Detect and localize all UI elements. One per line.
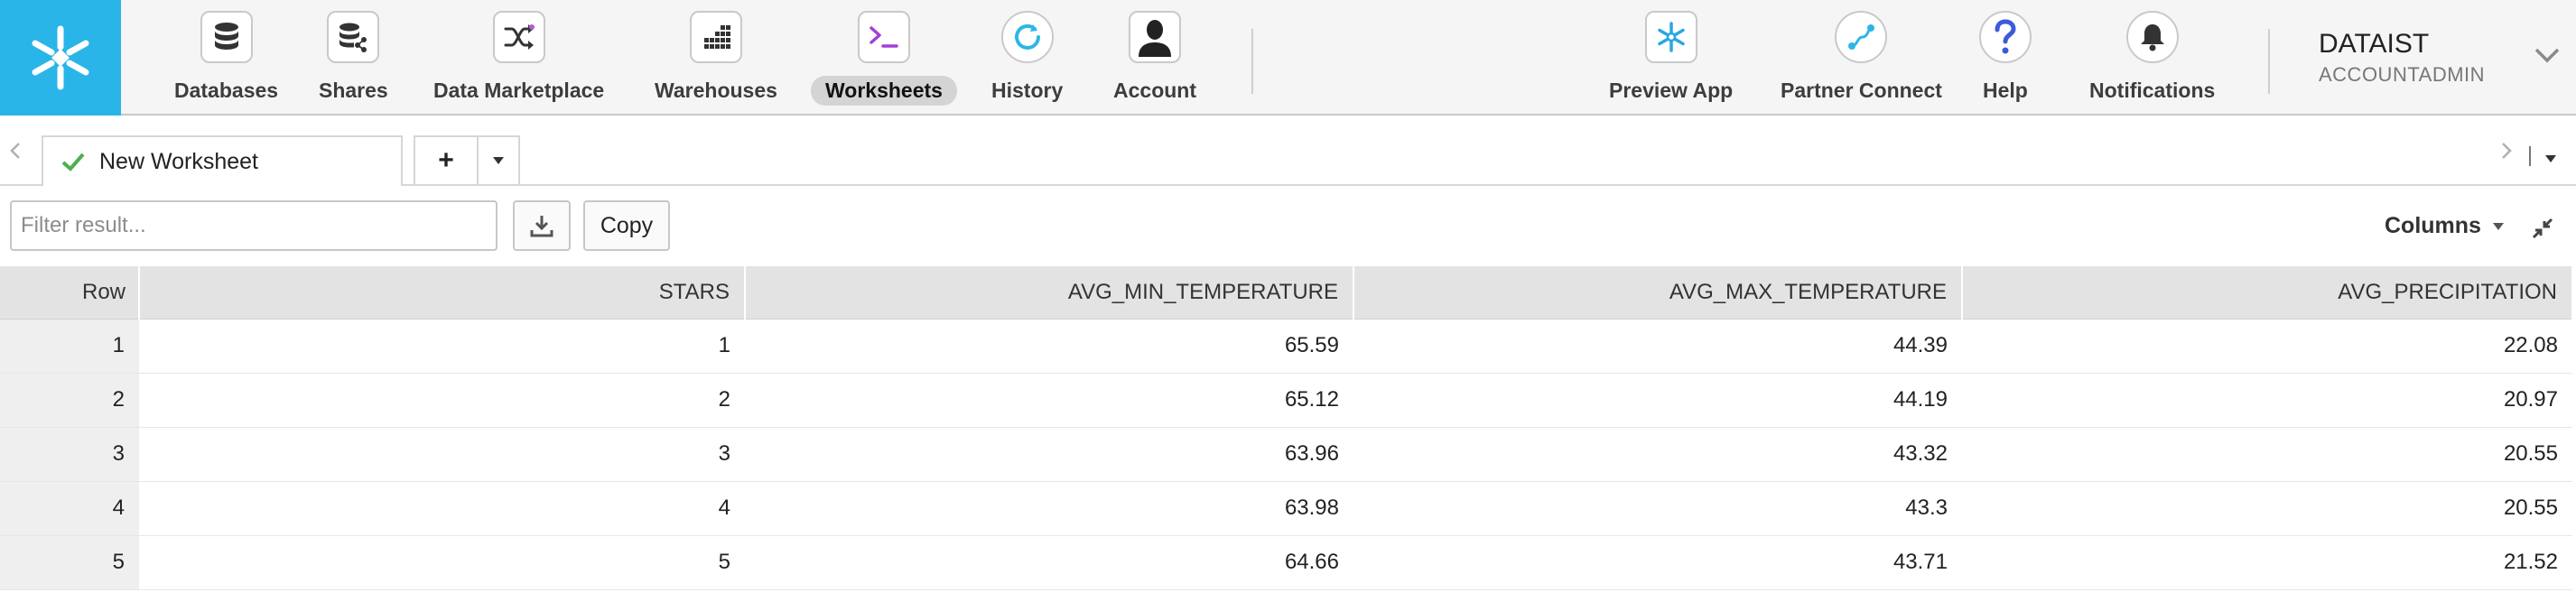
filter-result-input[interactable]	[10, 200, 498, 251]
table-cell: 20.55	[1962, 481, 2572, 536]
nav-warehouses[interactable]: Warehouses	[640, 11, 792, 108]
account-icon	[1129, 11, 1181, 63]
table-row[interactable]: 3 3 63.96 43.32 20.55	[0, 427, 2572, 482]
bell-icon	[2125, 11, 2179, 63]
nav-preview-app[interactable]: Preview App	[1595, 11, 1747, 108]
row-number-cell: 5	[0, 535, 139, 590]
nav-label: Worksheets	[811, 76, 957, 106]
top-navigation-bar: Databases Shares Data Marketplace Wareho…	[0, 0, 2576, 116]
table-cell: 63.98	[745, 481, 1353, 536]
nav-label: Preview App	[1609, 79, 1734, 102]
table-cell: 2	[139, 373, 745, 428]
caret-down-icon	[2492, 222, 2504, 230]
nav-divider	[2268, 29, 2270, 94]
tab-list-dropdown[interactable]	[477, 135, 520, 184]
partner-connect-icon	[1835, 11, 1888, 63]
nav-history[interactable]: History	[977, 11, 1077, 108]
snowflake-logo-icon	[32, 25, 89, 90]
columns-menu-button[interactable]: Columns	[2385, 213, 2505, 239]
snowflake-icon	[1644, 11, 1697, 63]
terminal-icon	[857, 11, 910, 63]
table-cell: 43.71	[1353, 535, 1962, 590]
nav-label: Notifications	[2089, 79, 2216, 102]
download-icon	[530, 216, 553, 237]
column-header-stars[interactable]: STARS	[139, 266, 746, 320]
table-row[interactable]: 2 2 65.12 44.19 20.97	[0, 373, 2572, 428]
table-cell: 43.3	[1353, 481, 1962, 536]
table-cell: 64.66	[745, 535, 1353, 590]
download-button[interactable]	[513, 200, 571, 251]
table-cell: 43.32	[1353, 427, 1962, 482]
chevron-down-icon[interactable]	[2534, 47, 2561, 68]
columns-label: Columns	[2385, 213, 2481, 238]
table-cell: 21.52	[1962, 535, 2572, 590]
table-cell: 4	[139, 481, 745, 536]
account-name[interactable]: DATAIST	[2319, 29, 2429, 60]
table-cell: 20.97	[1962, 373, 2572, 428]
nav-label: History	[991, 79, 1064, 102]
chevron-right-icon[interactable]	[2500, 141, 2513, 166]
nav-databases[interactable]: Databases	[160, 11, 293, 108]
nav-label: Data Marketplace	[433, 79, 605, 102]
collapse-icon[interactable]	[2531, 217, 2554, 245]
nav-account[interactable]: Account	[1099, 11, 1211, 108]
nav-label: Shares	[319, 79, 388, 102]
nav-label: Account	[1113, 79, 1196, 102]
nav-label: Databases	[174, 79, 279, 102]
tab-divider	[2529, 146, 2531, 166]
copy-button[interactable]: Copy	[583, 200, 670, 251]
table-row[interactable]: 4 4 63.98 43.3 20.55	[0, 481, 2572, 536]
nav-help[interactable]: Help	[1968, 11, 2042, 108]
table-cell: 3	[139, 427, 745, 482]
table-row[interactable]: 5 5 64.66 43.71 21.52	[0, 535, 2572, 590]
nav-worksheets[interactable]: Worksheets	[811, 11, 957, 108]
table-header-row: Row STARS AVG_MIN_TEMPERATURE AVG_MAX_TE…	[0, 266, 2573, 320]
table-cell: 20.55	[1962, 427, 2572, 482]
row-number-cell: 3	[0, 427, 139, 482]
tab-label: New Worksheet	[99, 148, 258, 174]
nav-label: Partner Connect	[1781, 79, 1942, 102]
nav-shares[interactable]: Shares	[304, 11, 403, 108]
checkmark-icon	[61, 153, 85, 171]
nav-partner-connect[interactable]: Partner Connect	[1766, 11, 1957, 108]
column-header-avg-precipitation[interactable]: AVG_PRECIPITATION	[1962, 266, 2573, 320]
nav-notifications[interactable]: Notifications	[2075, 11, 2229, 108]
table-cell: 22.08	[1962, 319, 2572, 374]
marketplace-icon	[492, 11, 545, 63]
nav-label: Help	[1983, 79, 2028, 102]
worksheet-tab-strip: New Worksheet +	[0, 116, 2576, 186]
tab-new-worksheet[interactable]: New Worksheet	[42, 135, 403, 186]
warehouse-icon	[689, 11, 742, 63]
nav-label: Warehouses	[655, 79, 777, 102]
table-cell: 1	[139, 319, 745, 374]
snowflake-logo[interactable]	[0, 0, 121, 116]
table-row[interactable]: 1 1 65.59 44.39 22.08	[0, 319, 2572, 374]
table-cell: 44.19	[1353, 373, 1962, 428]
database-icon	[200, 11, 253, 63]
table-cell: 65.59	[745, 319, 1353, 374]
row-number-cell: 4	[0, 481, 139, 536]
history-icon	[1000, 11, 1054, 63]
column-header-avg-max-temperature[interactable]: AVG_MAX_TEMPERATURE	[1353, 266, 1963, 320]
nav-divider	[1251, 29, 1253, 94]
tab-menu-caret-icon[interactable]	[2544, 152, 2557, 168]
plus-icon: +	[438, 145, 454, 175]
results-table: Row STARS AVG_MIN_TEMPERATURE AVG_MAX_TE…	[0, 266, 2573, 590]
column-header-avg-min-temperature[interactable]: AVG_MIN_TEMPERATURE	[745, 266, 1354, 320]
add-tab-button[interactable]: +	[414, 135, 479, 184]
nav-data-marketplace[interactable]: Data Marketplace	[419, 11, 618, 108]
help-icon	[1978, 11, 2032, 63]
column-header-row[interactable]: Row	[0, 266, 140, 320]
chevron-left-icon[interactable]	[9, 141, 22, 166]
table-cell: 5	[139, 535, 745, 590]
shares-icon	[327, 11, 380, 63]
row-number-cell: 1	[0, 319, 139, 374]
table-cell: 65.12	[745, 373, 1353, 428]
caret-down-icon	[493, 157, 504, 164]
row-number-cell: 2	[0, 373, 139, 428]
table-cell: 44.39	[1353, 319, 1962, 374]
account-role[interactable]: ACCOUNTADMIN	[2319, 63, 2485, 87]
table-cell: 63.96	[745, 427, 1353, 482]
